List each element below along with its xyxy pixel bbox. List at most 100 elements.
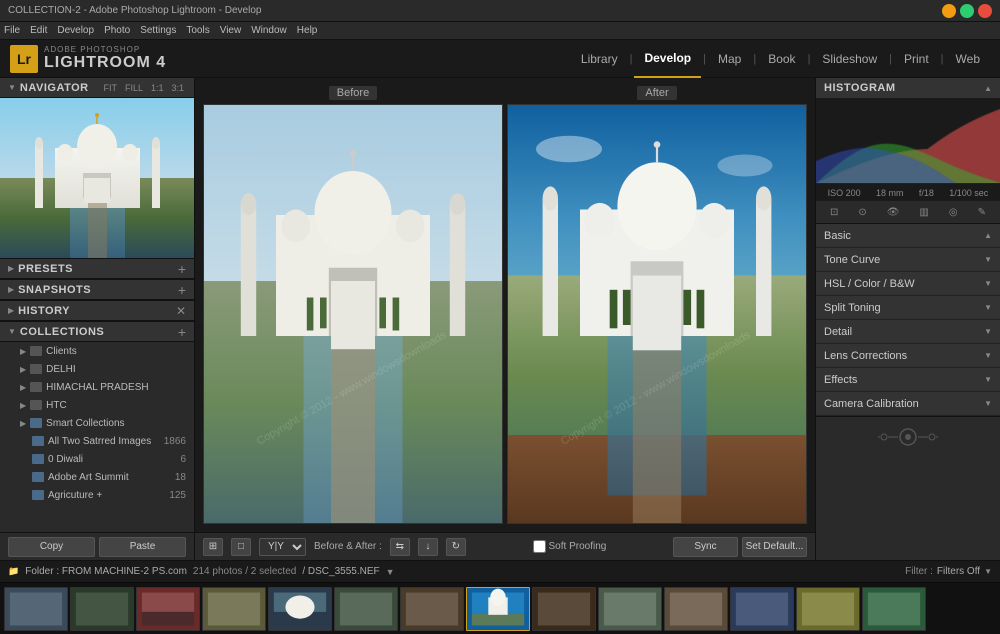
loupe-view-button[interactable]: □: [231, 538, 251, 556]
film-thumb-13[interactable]: [796, 587, 860, 631]
film-thumb-10[interactable]: [598, 587, 662, 631]
collections-header[interactable]: ▼ Collections +: [0, 322, 194, 342]
presets-header[interactable]: ▶ Presets +: [0, 259, 194, 279]
nav-develop[interactable]: Develop: [634, 40, 701, 78]
filmstrip-folder-icon: 📁: [8, 566, 19, 577]
set-default-button[interactable]: Set Default...: [742, 537, 807, 557]
collection-adobe-art[interactable]: Adobe Art Summit 18: [0, 468, 194, 486]
film-thumb-9[interactable]: [532, 587, 596, 631]
soft-proofing-checkbox[interactable]: [533, 540, 546, 553]
detail-panel-item[interactable]: Detail ▼: [816, 320, 1000, 344]
film-thumb-1[interactable]: [4, 587, 68, 631]
lens-corrections-panel-item[interactable]: Lens Corrections ▼: [816, 344, 1000, 368]
titlebar: COLLECTION-2 - Adobe Photoshop Lightroom…: [0, 0, 1000, 22]
history-close-button[interactable]: ✕: [176, 304, 186, 318]
zoom-fit[interactable]: FIT: [101, 83, 119, 93]
grid-view-button[interactable]: ⊞: [203, 538, 223, 556]
split-toning-panel-item[interactable]: Split Toning ▼: [816, 296, 1000, 320]
film-thumb-4[interactable]: [202, 587, 266, 631]
film-thumb-7[interactable]: [400, 587, 464, 631]
crop-icon[interactable]: ⊡: [830, 207, 838, 218]
smart-collection-icon: [32, 490, 44, 500]
film-thumb-active[interactable]: [466, 587, 530, 631]
histogram-tools: ⊡ ⊙ 👁 ▥ ◎ ✎: [816, 201, 1000, 223]
window-controls[interactable]: [942, 4, 992, 18]
minimize-button[interactable]: [942, 4, 956, 18]
menu-help[interactable]: Help: [297, 25, 318, 36]
swap-button[interactable]: ⇆: [390, 538, 410, 556]
menu-file[interactable]: File: [4, 25, 20, 36]
zoom-1to1[interactable]: 1:1: [149, 83, 166, 93]
menu-photo[interactable]: Photo: [104, 25, 130, 36]
film-thumb-12[interactable]: [730, 587, 794, 631]
after-photo: Copyright © 2012 - www.windowsdownloads: [508, 105, 806, 523]
exif-focal: 18 mm: [876, 188, 904, 198]
collection-delhi[interactable]: ▶ DELHI: [0, 360, 194, 378]
histogram-canvas: [816, 98, 1000, 183]
rotate-button[interactable]: ↻: [446, 538, 466, 556]
menu-settings[interactable]: Settings: [140, 25, 176, 36]
menu-develop[interactable]: Develop: [57, 25, 94, 36]
folder-icon: [30, 346, 42, 356]
histogram-header: Histogram ▲: [816, 78, 1000, 98]
nav-web[interactable]: Web: [946, 40, 990, 78]
film-thumb-2[interactable]: [70, 587, 134, 631]
film-thumb-11[interactable]: [664, 587, 728, 631]
camera-calibration-panel-item[interactable]: Camera Calibration ▼: [816, 392, 1000, 416]
sync-button[interactable]: Sync: [673, 537, 738, 557]
collection-two-starred[interactable]: All Two Satrred Images 1866: [0, 432, 194, 450]
close-button[interactable]: [978, 4, 992, 18]
spot-removal-icon[interactable]: ⊙: [858, 207, 866, 218]
adjustment-brush-icon[interactable]: ✎: [978, 207, 986, 218]
collection-agriculture[interactable]: Agricuture + 125: [0, 486, 194, 504]
nav-library[interactable]: Library: [571, 40, 628, 78]
radial-filter-icon[interactable]: ◎: [949, 207, 958, 218]
zoom-fill[interactable]: FILL: [123, 83, 145, 93]
film-thumb-3[interactable]: [136, 587, 200, 631]
nav-book[interactable]: Book: [758, 40, 805, 78]
zoom-3to1[interactable]: 3:1: [169, 83, 186, 93]
snapshots-add-button[interactable]: +: [178, 282, 186, 298]
red-eye-icon[interactable]: 👁: [887, 207, 900, 218]
filter-dropdown[interactable]: ▼: [984, 567, 992, 576]
menubar: File Edit Develop Photo Settings Tools V…: [0, 22, 1000, 40]
nav-slideshow[interactable]: Slideshow: [812, 40, 887, 78]
collection-smart[interactable]: ▶ Smart Collections: [0, 414, 194, 432]
graduated-filter-icon[interactable]: ▥: [919, 207, 928, 218]
film-thumb-14[interactable]: [862, 587, 926, 631]
view-mode-select[interactable]: Y|Y Y/Y: [259, 538, 306, 556]
film-thumb-6[interactable]: [334, 587, 398, 631]
film-thumb-5[interactable]: [268, 587, 332, 631]
copy-button[interactable]: Copy: [8, 537, 95, 557]
collection-htc[interactable]: ▶ HTC: [0, 396, 194, 414]
tone-curve-panel-item[interactable]: Tone Curve ▼: [816, 248, 1000, 272]
filmstrip-thumbnails: [0, 582, 1000, 634]
hsl-panel-item[interactable]: HSL / Color / B&W ▼: [816, 272, 1000, 296]
snapshots-header[interactable]: ▶ Snapshots +: [0, 280, 194, 300]
menu-tools[interactable]: Tools: [186, 25, 209, 36]
menu-view[interactable]: View: [220, 25, 242, 36]
collections-add-button[interactable]: +: [178, 324, 186, 340]
filmstrip-dropdown-arrow[interactable]: ▼: [386, 567, 395, 577]
collection-himachal[interactable]: ▶ HIMACHAL PRADESH: [0, 378, 194, 396]
basic-panel-item[interactable]: Basic ▲: [816, 224, 1000, 248]
menu-edit[interactable]: Edit: [30, 25, 47, 36]
paste-button[interactable]: Paste: [99, 537, 186, 557]
collection-clients[interactable]: ▶ Clients: [0, 342, 194, 360]
exif-shutter: 1/100 sec: [949, 188, 988, 198]
history-header[interactable]: ▶ History ✕: [0, 301, 194, 321]
menu-window[interactable]: Window: [251, 25, 287, 36]
topbar: Lr ADOBE PHOTOSHOP LIGHTROOM 4 Library |…: [0, 40, 1000, 78]
effects-panel-item[interactable]: Effects ▼: [816, 368, 1000, 392]
presets-add-button[interactable]: +: [178, 261, 186, 277]
soft-proofing-check[interactable]: Soft Proofing: [533, 540, 607, 553]
nav-map[interactable]: Map: [708, 40, 751, 78]
copy-before-button[interactable]: ↓: [418, 538, 438, 556]
right-panel: Histogram ▲ ISO 200 18 mm f/18 1/100 sec…: [815, 78, 1000, 560]
maximize-button[interactable]: [960, 4, 974, 18]
collection-diwali[interactable]: 0 Diwali 6: [0, 450, 194, 468]
filmstrip-filename: / DSC_3555.NEF: [302, 566, 379, 577]
nav-print[interactable]: Print: [894, 40, 939, 78]
navigator-header[interactable]: ▼ Navigator FIT FILL 1:1 3:1: [0, 78, 194, 98]
after-photo-frame: Copyright © 2012 - www.windowsdownloads: [507, 104, 807, 524]
